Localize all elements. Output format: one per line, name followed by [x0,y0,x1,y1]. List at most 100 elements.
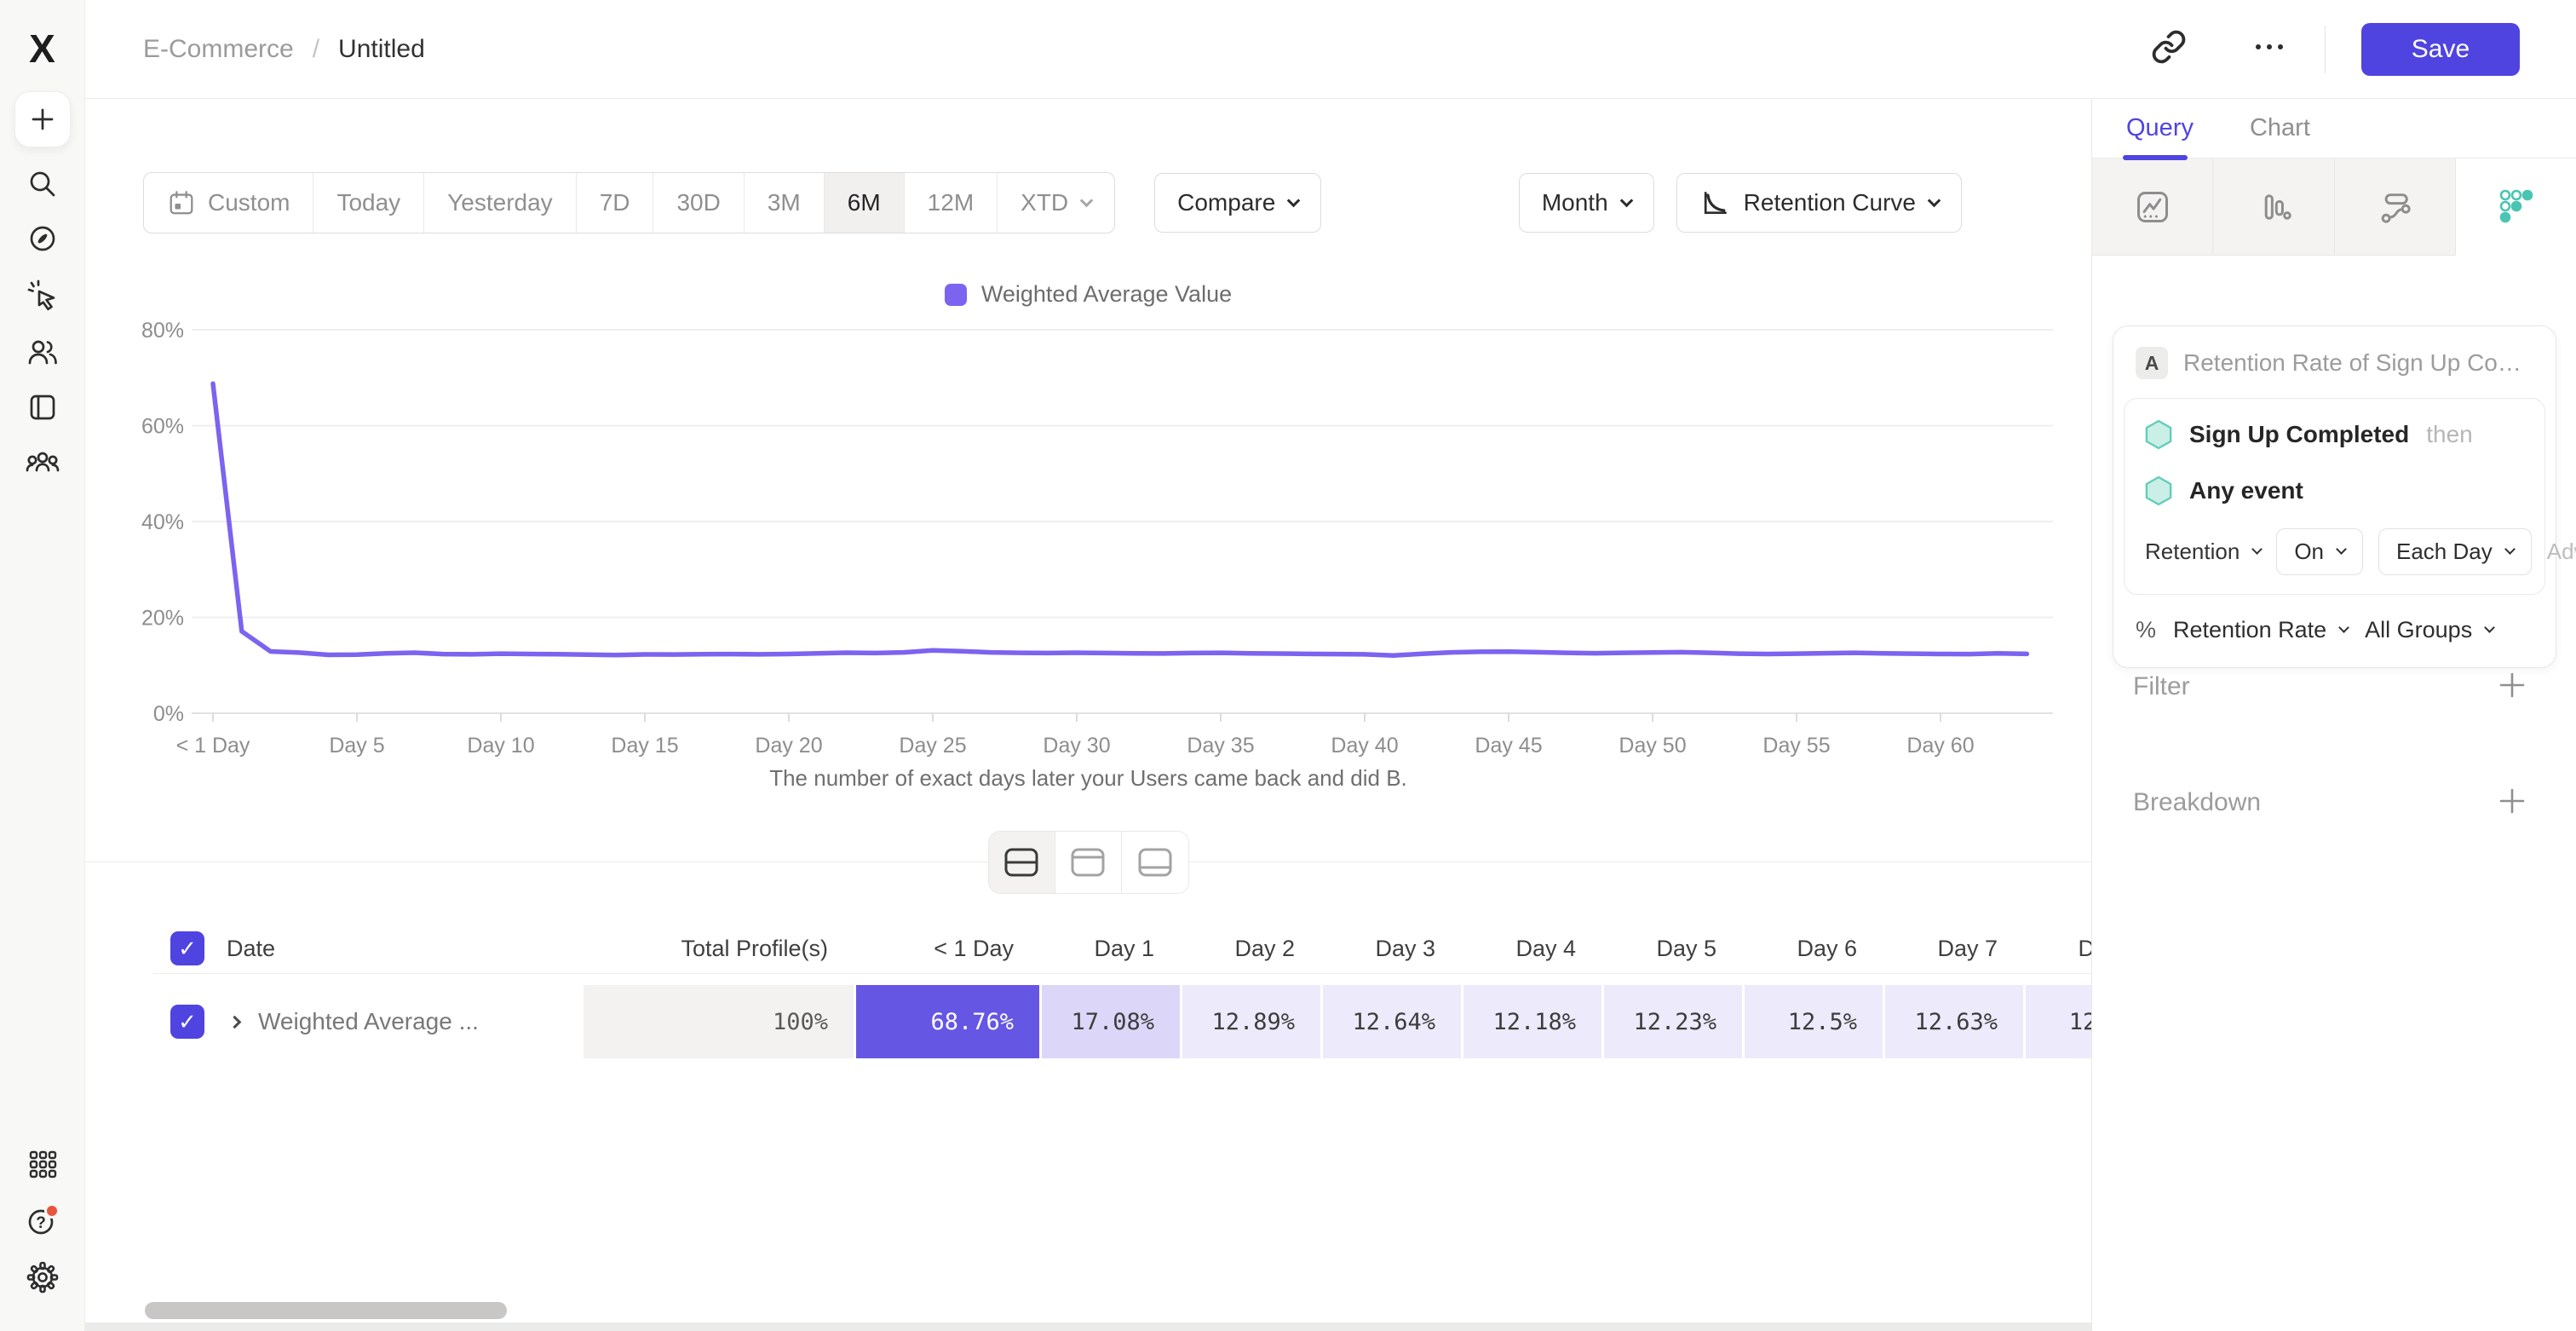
advanced-dropdown[interactable]: Adv... [2547,539,2576,565]
metric-dropdown[interactable]: Retention Rate [2173,617,2348,643]
retention-cell-3[interactable]: 12.89% [1180,985,1320,1058]
chevron-down-icon [1928,193,1941,207]
column-header-9[interactable]: Day 7 [1883,924,2023,973]
apps-button[interactable] [26,1147,60,1181]
row-checkbox[interactable]: ✓ [170,1005,204,1039]
users-button[interactable] [25,334,60,370]
directory-icon [26,390,60,424]
visualization-tabs [2092,158,2576,256]
event-row-a[interactable]: Sign Up Completed then [2125,406,2544,462]
breakdown-label: Breakdown [2133,788,2261,817]
measure-dropdown[interactable]: Retention [2145,539,2261,565]
chevron-down-icon [1080,193,1094,207]
viz-funnels-tab[interactable] [2213,158,2334,256]
column-header-4[interactable]: Day 2 [1180,924,1320,973]
more-options-button[interactable] [2250,29,2289,69]
svg-text:Day 30: Day 30 [1043,734,1110,758]
column-header-1[interactable]: Total Profile(s) [581,924,854,973]
retention-cell-2[interactable]: 17.08% [1039,985,1180,1058]
layout-chart-button[interactable] [1055,832,1122,893]
chart-type-button[interactable]: Retention Curve [1676,173,1962,233]
filter-section: Filter [2133,661,2527,712]
range-7d-button[interactable]: 7D [577,173,654,233]
viz-insights-tab[interactable] [2092,158,2213,256]
plus-icon [26,102,60,136]
horizontal-scrollbar[interactable] [145,1302,507,1319]
groups-dropdown[interactable]: All Groups [2365,617,2493,643]
query-title[interactable]: Retention Rate of Sign Up Compl... [2183,349,2533,377]
table-header-row: ✓DateTotal Profile(s)< 1 DayDay 1Day 2Da… [153,924,2091,974]
link-icon [2151,29,2187,65]
column-header-2[interactable]: < 1 Day [854,924,1039,973]
add-filter-button[interactable] [2498,671,2527,704]
add-breakdown-button[interactable] [2498,786,2527,820]
viz-retention-tab[interactable] [2456,158,2576,256]
svg-text:Day 5: Day 5 [329,734,384,758]
range-custom-button[interactable]: Custom [144,173,313,233]
column-header-3[interactable]: Day 1 [1039,924,1180,973]
granularity-button[interactable]: Month [1519,173,1654,233]
range-today-button[interactable]: Today [313,173,424,233]
range-6m-button[interactable]: 6M [825,173,905,233]
viz-flows-tab[interactable] [2335,158,2456,256]
layout-table-button[interactable] [1122,832,1188,893]
range-12m-button[interactable]: 12M [905,173,998,233]
retention-cell-9[interactable]: 12.4% [2023,985,2091,1058]
column-header-7[interactable]: Day 5 [1601,924,1742,973]
event-row-b[interactable]: Any event [2125,462,2544,518]
tab-chart[interactable]: Chart [2250,114,2310,142]
breadcrumb-page-title[interactable]: Untitled [338,35,425,64]
retention-cell-6[interactable]: 12.23% [1601,985,1742,1058]
interval-dropdown[interactable]: Each Day [2378,528,2532,575]
column-header-10[interactable]: Day 8 [2023,924,2091,973]
tab-query[interactable]: Query [2126,114,2194,142]
svg-text:Day 10: Day 10 [467,734,534,758]
retention-cell-7[interactable]: 12.5% [1742,985,1883,1058]
search-button[interactable] [26,167,60,201]
flows-icon [2376,188,2413,226]
compass-icon [26,222,60,256]
save-button[interactable]: Save [2361,23,2520,76]
query-builder-card: A Retention Rate of Sign Up Compl... Sig… [2113,326,2556,668]
metric-row: % Retention Rate All Groups [2124,595,2545,659]
column-header-5[interactable]: Day 3 [1320,924,1461,973]
active-tab-underline [2123,155,2188,160]
events-button[interactable] [25,278,60,314]
help-button[interactable]: ? [25,1203,60,1239]
discover-button[interactable] [26,222,60,256]
column-header-8[interactable]: Day 6 [1742,924,1883,973]
expand-row-icon[interactable] [228,1015,242,1028]
retention-table: ✓DateTotal Profile(s)< 1 DayDay 1Day 2Da… [153,924,2091,1058]
chart-legend[interactable]: Weighted Average Value [85,281,2091,308]
row-label-cell[interactable]: ✓Weighted Average ... [153,985,581,1058]
compare-button[interactable]: Compare [1154,173,1321,233]
directory-button[interactable] [26,390,60,424]
on-dropdown[interactable]: On [2276,528,2363,575]
svg-text:< 1 Day: < 1 Day [176,734,250,758]
bottom-view-icon [1136,844,1175,880]
gear-icon [25,1259,60,1295]
select-all-checkbox[interactable]: ✓ [170,931,204,965]
range-yesterday-button[interactable]: Yesterday [424,173,577,233]
copy-link-button[interactable] [2151,29,2187,69]
layout-split-button[interactable] [989,832,1055,893]
range-3m-button[interactable]: 3M [745,173,825,233]
breadcrumb-project[interactable]: E-Commerce [143,35,294,64]
retention-cell-8[interactable]: 12.63% [1883,985,2023,1058]
retention-cell-0[interactable]: 100% [581,985,854,1058]
create-new-button[interactable] [14,91,71,147]
chevron-down-icon [2504,544,2516,555]
table-data-row[interactable]: ✓Weighted Average ...100%68.76%17.08%12.… [153,985,2091,1058]
range-xtd-button[interactable]: XTD [998,173,1114,233]
column-header-0[interactable]: ✓Date [153,924,581,973]
retention-chart[interactable]: 0%20%40%60%80%< 1 DayDay 5Day 10Day 15Da… [119,308,2061,820]
retention-cell-5[interactable]: 12.18% [1461,985,1601,1058]
community-button[interactable] [25,447,60,482]
retention-cell-4[interactable]: 12.64% [1320,985,1461,1058]
settings-button[interactable] [25,1259,60,1295]
range-30d-button[interactable]: 30D [653,173,744,233]
retention-cell-1[interactable]: 68.76% [854,985,1039,1058]
breadcrumb-separator: / [313,35,319,64]
mixpanel-logo-icon[interactable]: X [29,26,55,72]
column-header-6[interactable]: Day 4 [1461,924,1601,973]
